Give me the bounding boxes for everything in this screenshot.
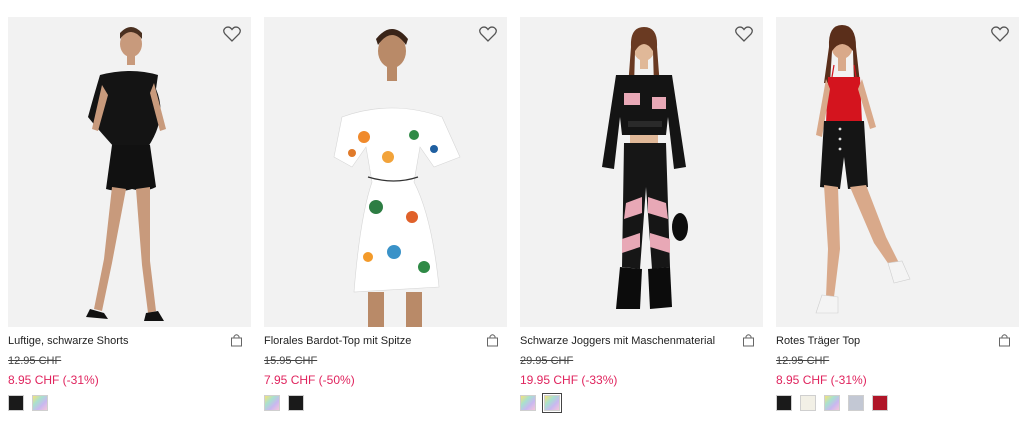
shopping-bag-icon[interactable] xyxy=(998,333,1011,347)
color-swatch-cream[interactable] xyxy=(800,395,816,411)
color-swatches xyxy=(776,395,888,413)
product-name[interactable]: Rotes Träger Top xyxy=(776,335,986,348)
heart-icon[interactable] xyxy=(479,26,497,42)
original-price: 12.95 CHF xyxy=(776,355,830,367)
product-image[interactable] xyxy=(776,17,1019,327)
shopping-bag-icon[interactable] xyxy=(742,333,755,347)
color-swatch-black[interactable] xyxy=(776,395,792,411)
color-swatch-multicolor[interactable] xyxy=(32,395,48,411)
color-swatches xyxy=(520,393,562,413)
shopping-bag-icon[interactable] xyxy=(230,333,243,347)
shopping-bag-icon[interactable] xyxy=(486,333,499,347)
color-swatch-multicolor[interactable] xyxy=(520,395,536,411)
model-photo xyxy=(264,17,507,327)
product-card[interactable]: Schwarze Joggers mit Maschenmaterial 29.… xyxy=(520,17,763,417)
color-swatch-red[interactable] xyxy=(872,395,888,411)
color-swatch-multicolor[interactable] xyxy=(824,395,840,411)
product-card[interactable]: Rotes Träger Top 12.95 CHF 8.95 CHF (-31… xyxy=(776,17,1019,417)
color-swatch-black[interactable] xyxy=(8,395,24,411)
color-swatch-multicolor[interactable] xyxy=(264,395,280,411)
model-photo xyxy=(776,17,1019,327)
heart-icon[interactable] xyxy=(991,26,1009,42)
model-photo xyxy=(8,17,251,327)
product-name[interactable]: Florales Bardot-Top mit Spitze xyxy=(264,335,474,348)
sale-price: 8.95 CHF (-31%) xyxy=(8,373,99,387)
model-photo xyxy=(520,17,763,327)
color-swatches xyxy=(264,395,304,413)
product-card[interactable]: Luftige, schwarze Shorts 12.95 CHF 8.95 … xyxy=(8,17,251,417)
original-price: 15.95 CHF xyxy=(264,355,318,367)
heart-icon[interactable] xyxy=(735,26,753,42)
product-name[interactable]: Luftige, schwarze Shorts xyxy=(8,335,218,348)
color-swatch-black[interactable] xyxy=(288,395,304,411)
product-image[interactable] xyxy=(520,17,763,327)
product-card[interactable]: Florales Bardot-Top mit Spitze 15.95 CHF… xyxy=(264,17,507,417)
color-swatch-grey-blue[interactable] xyxy=(848,395,864,411)
original-price: 29.95 CHF xyxy=(520,355,574,367)
sale-price: 8.95 CHF (-31%) xyxy=(776,373,867,387)
color-swatches xyxy=(8,395,48,413)
product-image[interactable] xyxy=(8,17,251,327)
original-price: 12.95 CHF xyxy=(8,355,62,367)
sale-price: 7.95 CHF (-50%) xyxy=(264,373,355,387)
sale-price: 19.95 CHF (-33%) xyxy=(520,373,618,387)
product-image[interactable] xyxy=(264,17,507,327)
heart-icon[interactable] xyxy=(223,26,241,42)
color-swatch-multicolor-selected[interactable] xyxy=(542,393,562,413)
product-name[interactable]: Schwarze Joggers mit Maschenmaterial xyxy=(520,335,730,348)
product-grid: Luftige, schwarze Shorts 12.95 CHF 8.95 … xyxy=(8,17,1020,417)
